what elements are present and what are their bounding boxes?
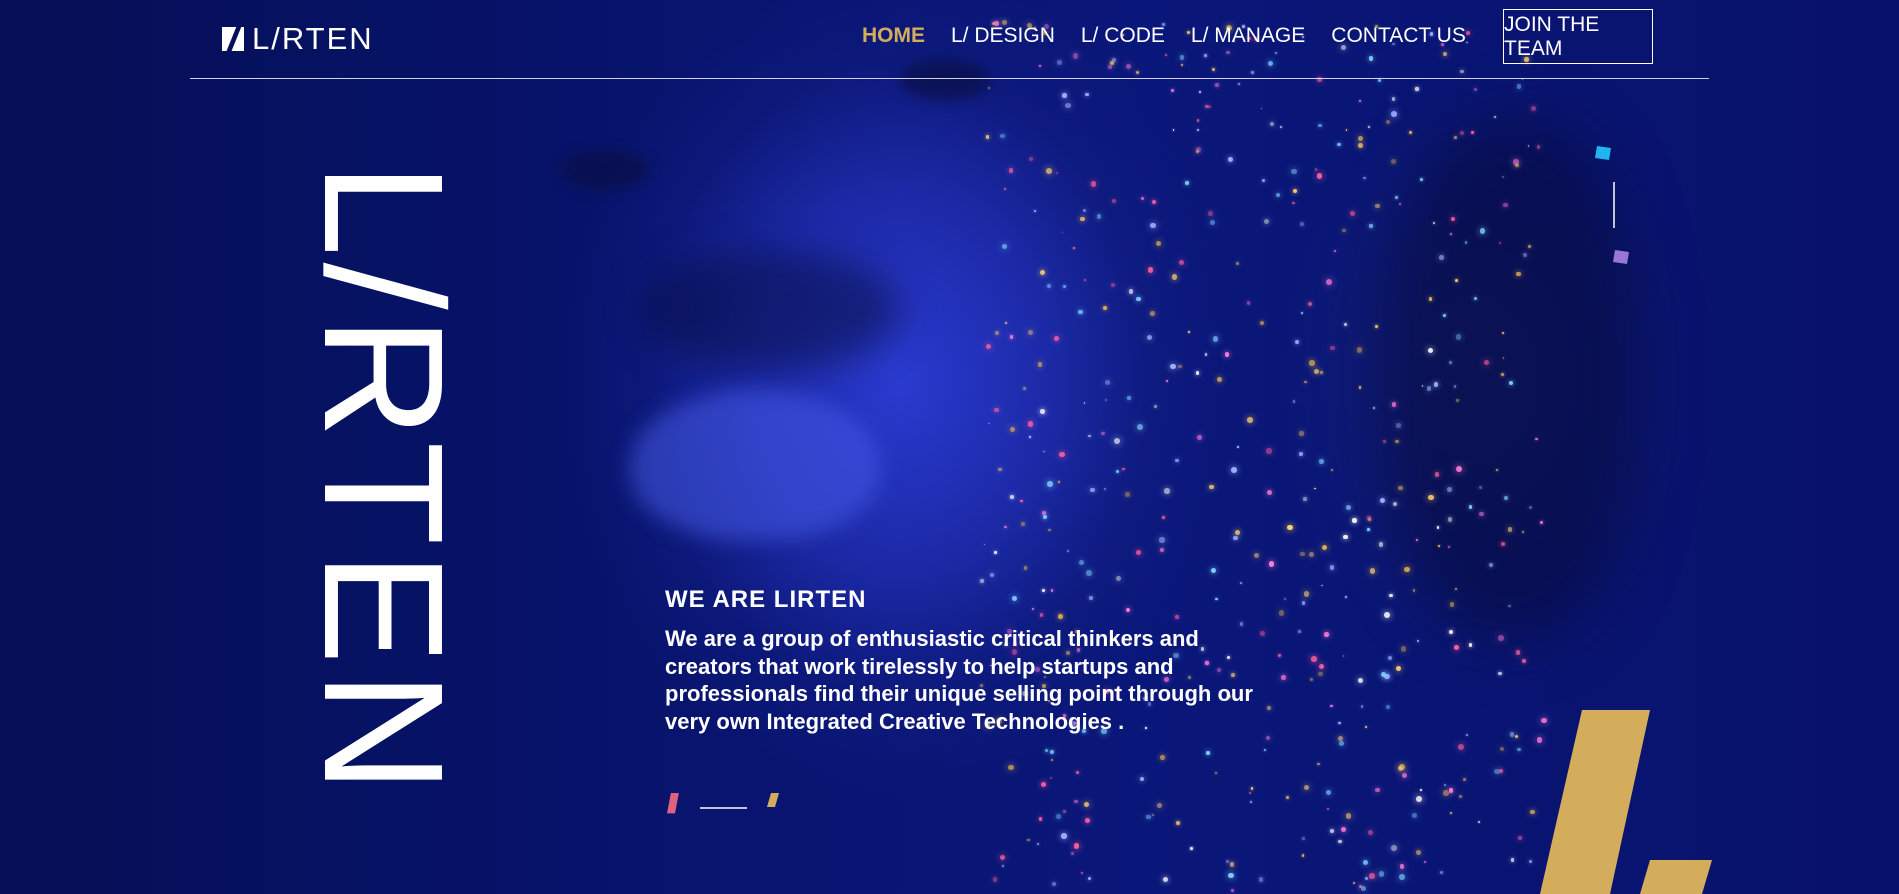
vertical-brand-title: L/RTEN	[288, 162, 478, 800]
nav-item-manage[interactable]: L/ MANAGE	[1191, 24, 1305, 48]
hero-text-block: WE ARE LIRTEN We are a group of enthusia…	[665, 585, 1255, 735]
nav-item-home[interactable]: HOME	[862, 24, 925, 48]
join-the-team-button[interactable]: JOIN THE TEAM	[1503, 9, 1653, 64]
main-nav: HOME L/ DESIGN L/ CODE L/ MANAGE CONTACT…	[862, 24, 1466, 48]
nav-item-contact[interactable]: CONTACT US	[1331, 24, 1466, 48]
nav-item-code[interactable]: L/ CODE	[1081, 24, 1165, 48]
slide-indicator-cyan-icon	[1595, 146, 1611, 160]
slide-indicator	[1595, 146, 1629, 264]
pink-slash-icon	[667, 793, 679, 814]
hero-description: We are a group of enthusiastic critical …	[665, 626, 1253, 734]
header-divider	[190, 78, 1709, 79]
logo-text: L/RTEN	[252, 21, 374, 56]
logo-mark-icon	[222, 27, 244, 51]
gold-slash-icon	[767, 793, 779, 807]
nav-item-design[interactable]: L/ DESIGN	[951, 24, 1055, 48]
bottom-decoration	[667, 793, 779, 814]
logo[interactable]: L/RTEN	[222, 21, 374, 56]
gold-brand-mark-icon	[1540, 710, 1712, 894]
hero-kicker: WE ARE LIRTEN	[665, 586, 867, 613]
slide-indicator-violet-icon	[1613, 250, 1629, 264]
